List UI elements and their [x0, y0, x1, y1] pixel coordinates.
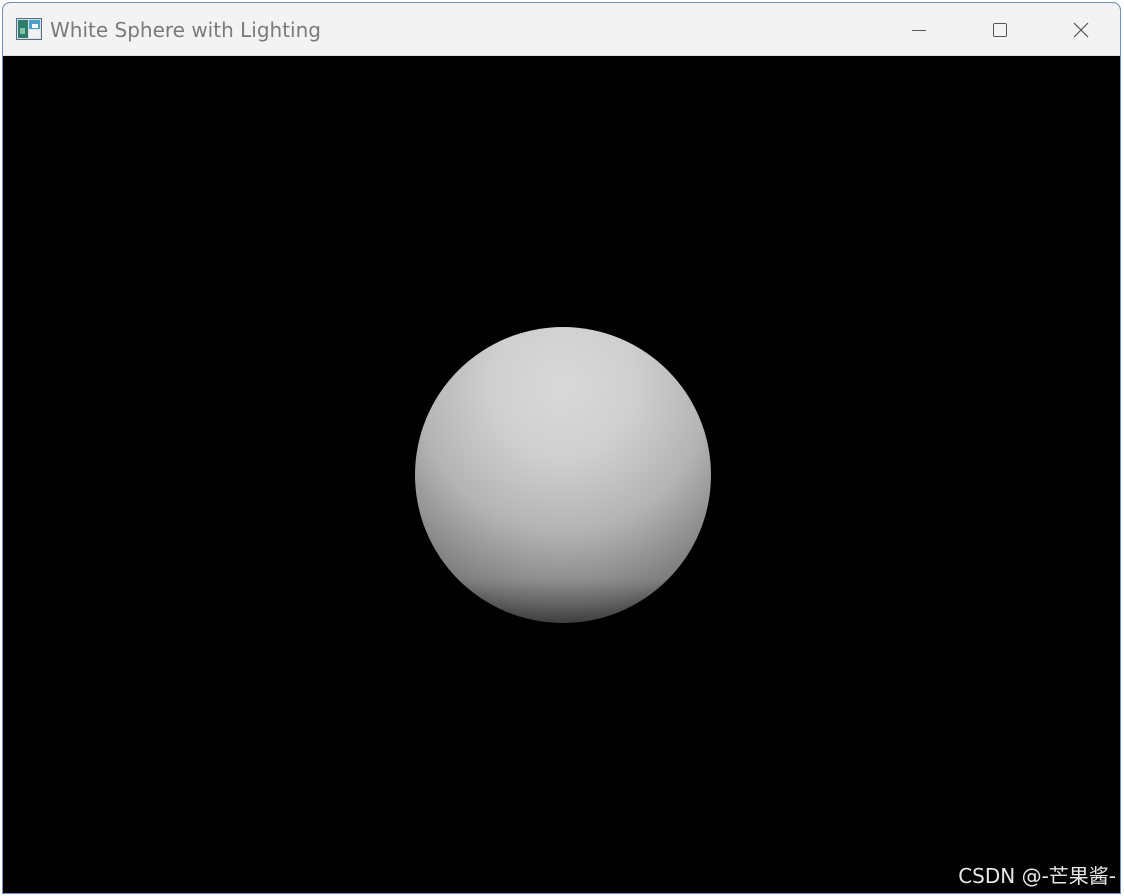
app-window-icon: [16, 18, 42, 40]
minimize-icon: [912, 29, 926, 31]
sphere-render: [415, 327, 711, 623]
app-window: White Sphere with Lighting CSDN @-芒果酱-: [2, 2, 1121, 894]
maximize-icon: [993, 22, 1007, 37]
minimize-button[interactable]: [879, 3, 959, 56]
close-button[interactable]: [1041, 3, 1120, 56]
maximize-button[interactable]: [960, 3, 1040, 56]
window-title: White Sphere with Lighting: [50, 18, 321, 42]
sphere-shadow-overlay: [415, 327, 711, 623]
close-icon: [1073, 22, 1089, 37]
watermark: CSDN @-芒果酱-: [958, 864, 1116, 888]
title-bar[interactable]: White Sphere with Lighting: [3, 3, 1120, 56]
render-viewport[interactable]: CSDN @-芒果酱-: [3, 56, 1120, 893]
